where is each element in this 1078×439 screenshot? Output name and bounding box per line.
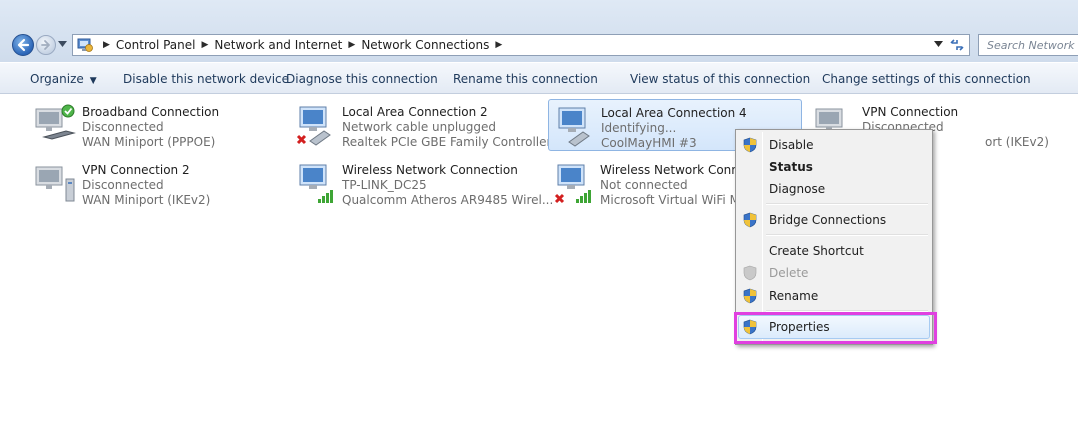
breadcrumb-separator[interactable]: ▶ (348, 40, 355, 50)
vpn-connection-icon (35, 166, 75, 202)
menu-item-disable[interactable]: Disable (738, 134, 930, 156)
chevron-down-icon: ▼ (89, 76, 97, 86)
menu-item-label: Delete (769, 266, 809, 280)
connection-device: WAN Miniport (PPPOE) (82, 135, 216, 149)
connection-status: Not connected (600, 178, 688, 192)
ethernet-identifying-icon (558, 107, 590, 147)
connection-name: Local Area Connection 2 (342, 105, 488, 119)
connection-device: Qualcomm Atheros AR9485 Wirel... (342, 193, 554, 207)
connection-text: Local Area Connection 4 Identifying... C… (601, 106, 747, 151)
connection-status: Disconnected (82, 178, 164, 192)
arrow-right-icon (41, 40, 50, 50)
menu-item-label: Disable (769, 138, 814, 152)
connection-text: VPN Connection 2 Disconnected WAN Minipo… (82, 163, 210, 208)
connection-item[interactable]: Broadband Connection Disconnected WAN Mi… (30, 99, 260, 151)
uac-shield-icon (743, 137, 757, 153)
organize-button[interactable]: Organize ▼ (30, 72, 97, 86)
menu-item-label: Bridge Connections (769, 213, 887, 227)
connection-name: VPN Connection (862, 105, 959, 119)
connection-item[interactable]: VPN Connection 2 Disconnected WAN Minipo… (30, 157, 260, 209)
address-bar-area: ▶ Control Panel ▶ Network and Internet ▶… (0, 0, 1078, 62)
connection-name: Local Area Connection 4 (601, 106, 747, 120)
connection-text: Wireless Network Connection TP-LINK_DC25… (342, 163, 553, 208)
disable-device-button[interactable]: Disable this network device (123, 72, 289, 86)
menu-item-diagnose[interactable]: Diagnose (738, 178, 930, 200)
uac-shield-icon (743, 288, 757, 304)
menu-item-label: Status (769, 160, 813, 174)
menu-item-delete: Delete (738, 262, 930, 284)
organize-label: Organize (30, 72, 84, 86)
connection-name: VPN Connection 2 (82, 163, 190, 177)
search-input[interactable] (979, 35, 1078, 55)
breadcrumb-separator[interactable]: ▶ (103, 40, 110, 50)
connection-name: Broadband Connection (82, 105, 220, 119)
connection-device: Microsoft Virtual WiFi M (600, 193, 736, 207)
menu-separator (766, 203, 928, 205)
broadband-connection-icon (35, 104, 76, 140)
menu-separator (766, 234, 928, 236)
menu-item-label: Diagnose (769, 182, 826, 196)
control-panel-icon (77, 38, 93, 52)
connection-item[interactable]: Wireless Network Connection TP-LINK_DC25… (290, 157, 553, 209)
view-status-button[interactable]: View status of this connection (630, 72, 810, 86)
connection-name: Wireless Network Conne (600, 163, 736, 177)
connection-status: Disconnected (82, 120, 164, 134)
breadcrumb: ▶ Control Panel ▶ Network and Internet ▶… (97, 35, 508, 55)
uac-shield-disabled-icon (743, 265, 757, 281)
breadcrumb-network-connections[interactable]: Network Connections (361, 38, 489, 52)
change-settings-button[interactable]: Change settings of this connection (822, 72, 1031, 86)
menu-item-label: Rename (769, 289, 819, 303)
connection-text: Wireless Network Conne Not connected Mic… (600, 163, 736, 208)
history-dropdown-icon[interactable] (58, 41, 67, 47)
breadcrumb-separator[interactable]: ▶ (202, 40, 209, 50)
connection-device: CoolMayHMI #3 (601, 136, 697, 150)
menu-item-label: Create Shortcut (769, 244, 864, 258)
connection-device: WAN Miniport (IKEv2) (82, 193, 211, 207)
wireless-connected-icon (299, 164, 333, 203)
search-box[interactable] (978, 34, 1078, 56)
wireless-not-connected-icon (554, 164, 591, 204)
menu-item-create-shortcut[interactable]: Create Shortcut (738, 240, 930, 262)
connection-device: Realtek PCIe GBE Family Controller (342, 135, 552, 149)
breadcrumb-control-panel[interactable]: Control Panel (116, 38, 196, 52)
breadcrumb-separator[interactable]: ▶ (495, 40, 502, 50)
connection-status: Network cable unplugged (342, 120, 497, 134)
address-dropdown-icon[interactable] (934, 41, 943, 47)
connection-item[interactable]: Local Area Connection 2 Network cable un… (290, 99, 551, 151)
address-field[interactable]: ▶ Control Panel ▶ Network and Internet ▶… (72, 34, 970, 56)
uac-shield-icon (743, 212, 757, 228)
diagnose-connection-button[interactable]: Diagnose this connection (286, 72, 438, 86)
ethernet-unplugged-icon (296, 106, 331, 146)
connection-name: Wireless Network Connection (342, 163, 518, 177)
connection-item[interactable]: Wireless Network Conne Not connected Mic… (548, 157, 736, 209)
back-button[interactable] (12, 34, 34, 56)
connection-status: Identifying... (601, 121, 677, 135)
connection-status: TP-LINK_DC25 (342, 178, 427, 192)
connection-text: Local Area Connection 2 Network cable un… (342, 105, 551, 150)
annotation-highlight-box (734, 312, 937, 344)
menu-item-status[interactable]: Status (738, 156, 930, 178)
arrow-left-icon (17, 38, 30, 52)
menu-item-bridge-connections[interactable]: Bridge Connections (738, 209, 930, 231)
breadcrumb-network-and-internet[interactable]: Network and Internet (214, 38, 342, 52)
rename-connection-button[interactable]: Rename this connection (453, 72, 598, 86)
refresh-icon[interactable] (949, 37, 965, 53)
menu-item-rename[interactable]: Rename (738, 285, 930, 307)
command-bar: Organize ▼ Disable this network device Di… (0, 62, 1078, 94)
forward-button[interactable] (36, 35, 56, 55)
connection-text: Broadband Connection Disconnected WAN Mi… (82, 105, 219, 150)
